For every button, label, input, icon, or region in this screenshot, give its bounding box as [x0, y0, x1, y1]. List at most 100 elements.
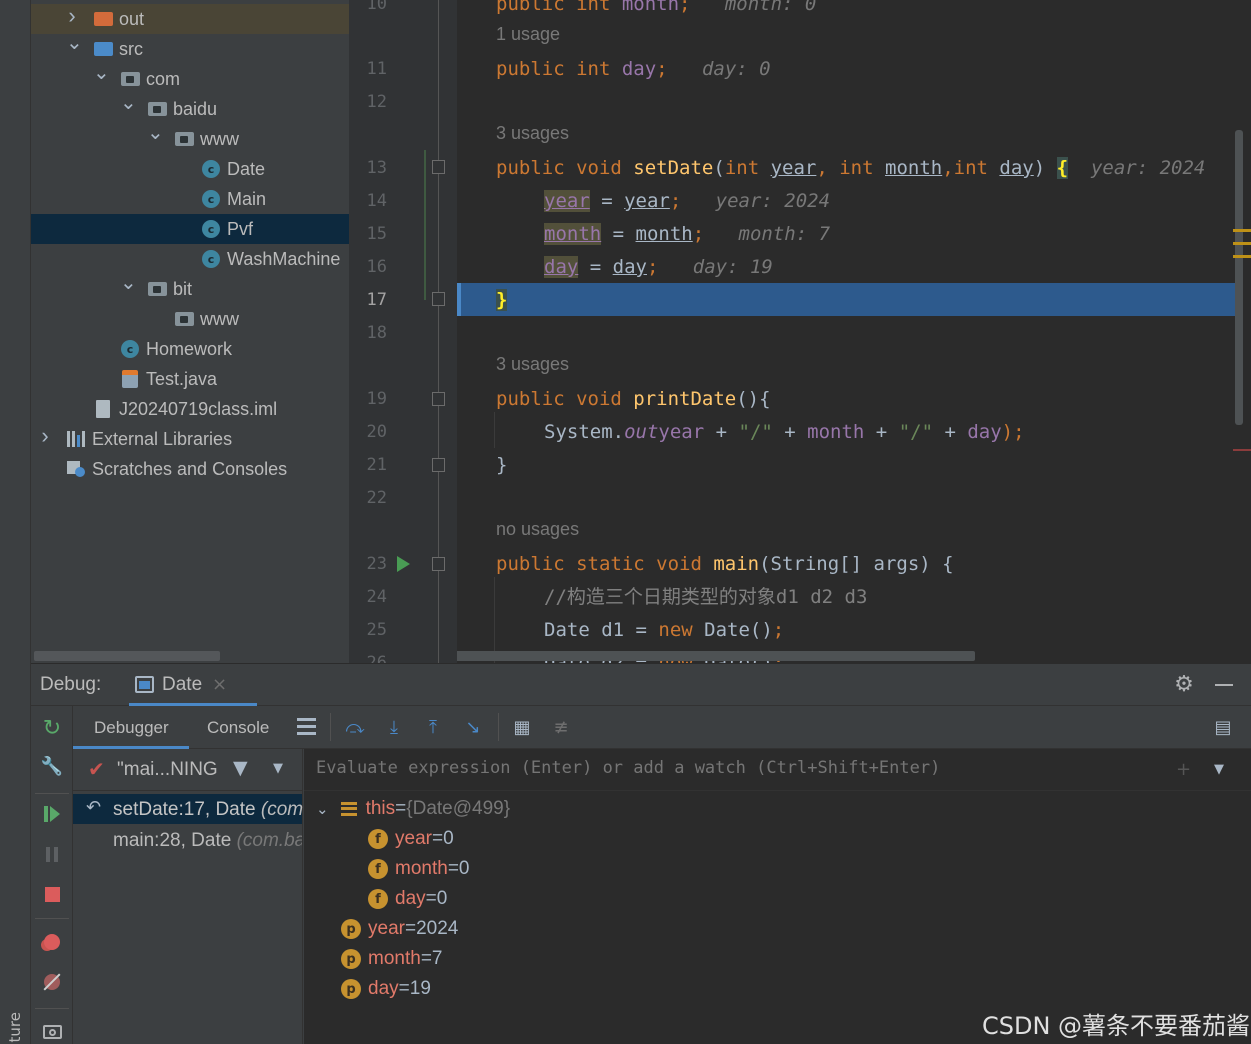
tree-item-homework[interactable]: c Homework — [31, 334, 349, 364]
usages-hint[interactable]: 3 usages — [496, 354, 569, 375]
tree-item-scratches-and-consoles[interactable]: Scratches and Consoles — [31, 454, 349, 484]
tree-item-external-libraries[interactable]: › External Libraries — [31, 423, 349, 454]
frame-package: (com — [260, 799, 304, 820]
equals-sign: = — [404, 918, 417, 939]
fold-marker-icon[interactable] — [432, 292, 445, 306]
show-frames-icon[interactable] — [297, 718, 316, 735]
variable-name: day — [395, 888, 426, 909]
fold-marker-icon[interactable] — [432, 458, 445, 472]
structure-tool-label[interactable]: ture — [6, 1012, 24, 1042]
view-breakpoints-icon[interactable] — [42, 932, 62, 952]
variable-row-field[interactable]: f day = 0 — [368, 884, 447, 914]
editor-horizontal-scrollbar[interactable] — [457, 651, 975, 661]
chevron-down-icon[interactable]: ▼ — [273, 761, 283, 776]
chevron-down-icon[interactable]: ⌄ — [66, 30, 83, 55]
tree-item-com[interactable]: ⌄ com — [31, 62, 349, 94]
run-to-cursor-icon[interactable]: ↘ — [463, 717, 483, 738]
mute-breakpoints-icon[interactable] — [42, 972, 62, 992]
chevron-down-icon[interactable]: ⌄ — [147, 120, 164, 145]
rerun-icon[interactable]: ↻ — [42, 716, 62, 741]
frame-row-selected[interactable]: ↶ setDate:17, Date (com — [73, 794, 304, 824]
step-over-icon[interactable]: ⤼ — [345, 717, 365, 738]
add-watch-icon[interactable]: + — [1176, 759, 1191, 780]
tree-item-bit[interactable]: ⌄ bit — [31, 272, 349, 304]
tree-item-date[interactable]: c Date — [31, 154, 349, 184]
tree-item-label: J20240719class.iml — [119, 398, 278, 419]
run-main-icon[interactable] — [397, 556, 410, 572]
chevron-down-icon[interactable]: ⌄ — [93, 60, 110, 85]
variable-value: 0 — [443, 828, 454, 849]
tree-item-pvf[interactable]: c Pvf — [31, 214, 349, 244]
variable-name: this — [365, 798, 396, 819]
variable-row-param[interactable]: p month = 7 — [341, 944, 443, 974]
usages-hint[interactable]: no usages — [496, 519, 579, 540]
variable-row-field[interactable]: f month = 0 — [368, 854, 470, 884]
fold-marker-icon[interactable] — [432, 557, 445, 571]
fold-marker-icon[interactable] — [432, 392, 445, 406]
error-stripe-marker — [1233, 449, 1251, 451]
tree-item-www[interactable]: www — [31, 304, 349, 334]
fold-marker-icon[interactable] — [432, 160, 445, 174]
tree-item-main[interactable]: c Main — [31, 184, 349, 214]
tree-item-test-java[interactable]: Test.java — [31, 364, 349, 394]
tree-item-www[interactable]: ⌄ www — [31, 122, 349, 154]
layout-settings-icon[interactable]: ▤ — [1213, 717, 1233, 738]
thread-selector[interactable]: ✔ "mai...NING ▼ ▼ — [73, 749, 302, 791]
chevron-down-icon[interactable]: ⌄ — [316, 800, 329, 818]
trace-current-stream-icon[interactable]: ≢ — [551, 717, 571, 738]
chevron-right-icon[interactable]: › — [66, 3, 78, 29]
resume-icon[interactable] — [42, 804, 62, 824]
settings-gear-icon[interactable]: ⚙ — [1174, 672, 1194, 697]
evaluate-expression-field[interactable]: + ▼ — [304, 749, 1251, 791]
frame-row[interactable]: main:28, Date (com.ba — [73, 825, 302, 855]
chevron-down-icon[interactable]: ⌄ — [120, 270, 137, 295]
minimize-icon[interactable] — [1215, 684, 1233, 686]
code-line-17: } — [496, 289, 508, 311]
package-icon — [147, 100, 167, 118]
tree-item-j20240719class-iml[interactable]: J20240719class.iml — [31, 394, 349, 424]
tree-item-label: www — [200, 308, 239, 329]
evaluate-expression-input[interactable] — [316, 758, 1136, 778]
usages-hint[interactable]: 3 usages — [496, 123, 569, 144]
tree-item-baidu[interactable]: ⌄ baidu — [31, 92, 349, 124]
tree-item-src[interactable]: ⌄ src — [31, 32, 349, 64]
camera-icon[interactable] — [42, 1022, 62, 1042]
filter-icon[interactable]: ▼ — [233, 757, 248, 779]
debug-session-tab[interactable]: Date × — [129, 664, 257, 706]
project-horizontal-scrollbar[interactable] — [34, 651, 220, 661]
editor-vertical-scrollbar[interactable] — [1235, 130, 1243, 425]
variable-row-this[interactable]: ⌄ this = {Date@499} — [316, 794, 510, 824]
debugger-toolbar: Debugger Console ⤼ ⤓ ⤒ ↘ ▦ ≢ ▤ — [73, 706, 1251, 749]
step-into-icon[interactable]: ⤓ — [384, 717, 404, 738]
line-number: 16 — [366, 257, 387, 277]
variable-row-param[interactable]: p year = 2024 — [341, 914, 458, 944]
tab-debugger[interactable]: Debugger — [73, 706, 189, 749]
code-editor[interactable]: public int month; month: 0 1 usage publi… — [457, 0, 1251, 663]
tree-item-out[interactable]: › out — [31, 3, 349, 34]
step-out-icon[interactable]: ⤒ — [423, 717, 443, 738]
tab-console[interactable]: Console — [189, 706, 289, 749]
package-icon — [147, 280, 167, 298]
pause-icon[interactable] — [42, 844, 62, 864]
tree-item-washmachine[interactable]: c WashMachine — [31, 244, 349, 274]
parameter-icon: p — [341, 949, 361, 969]
watermark: CSDN @薯条不要番茄酱 — [982, 1012, 1251, 1040]
variable-row-field[interactable]: f year = 0 — [368, 824, 454, 854]
chevron-right-icon[interactable]: › — [39, 423, 51, 449]
usages-hint[interactable]: 1 usage — [496, 24, 560, 45]
class-icon: c — [201, 190, 221, 208]
code-line-10: public int month; month: 0 — [496, 0, 817, 15]
variables-panel: + ▼ ⌄this = {Date@499}fyear = 0fmonth = … — [304, 749, 1251, 1044]
editor-gutter: 10 11 12 13 14 15 16 17 18 19 20 21 22 23 24 25 26 — [349, 0, 457, 663]
variable-value: 19 — [409, 978, 431, 999]
history-dropdown-icon[interactable]: ▼ — [1214, 762, 1224, 777]
debug-title: Debug: — [40, 674, 102, 695]
stop-icon[interactable] — [42, 884, 62, 904]
equals-sign: = — [447, 858, 459, 879]
indent-guide — [494, 412, 495, 448]
close-tab-icon[interactable]: × — [212, 674, 227, 695]
variable-row-param[interactable]: p day = 19 — [341, 974, 431, 1004]
wrench-icon[interactable]: 🔧 — [41, 756, 63, 777]
evaluate-expression-icon[interactable]: ▦ — [512, 717, 532, 738]
chevron-down-icon[interactable]: ⌄ — [120, 90, 137, 115]
